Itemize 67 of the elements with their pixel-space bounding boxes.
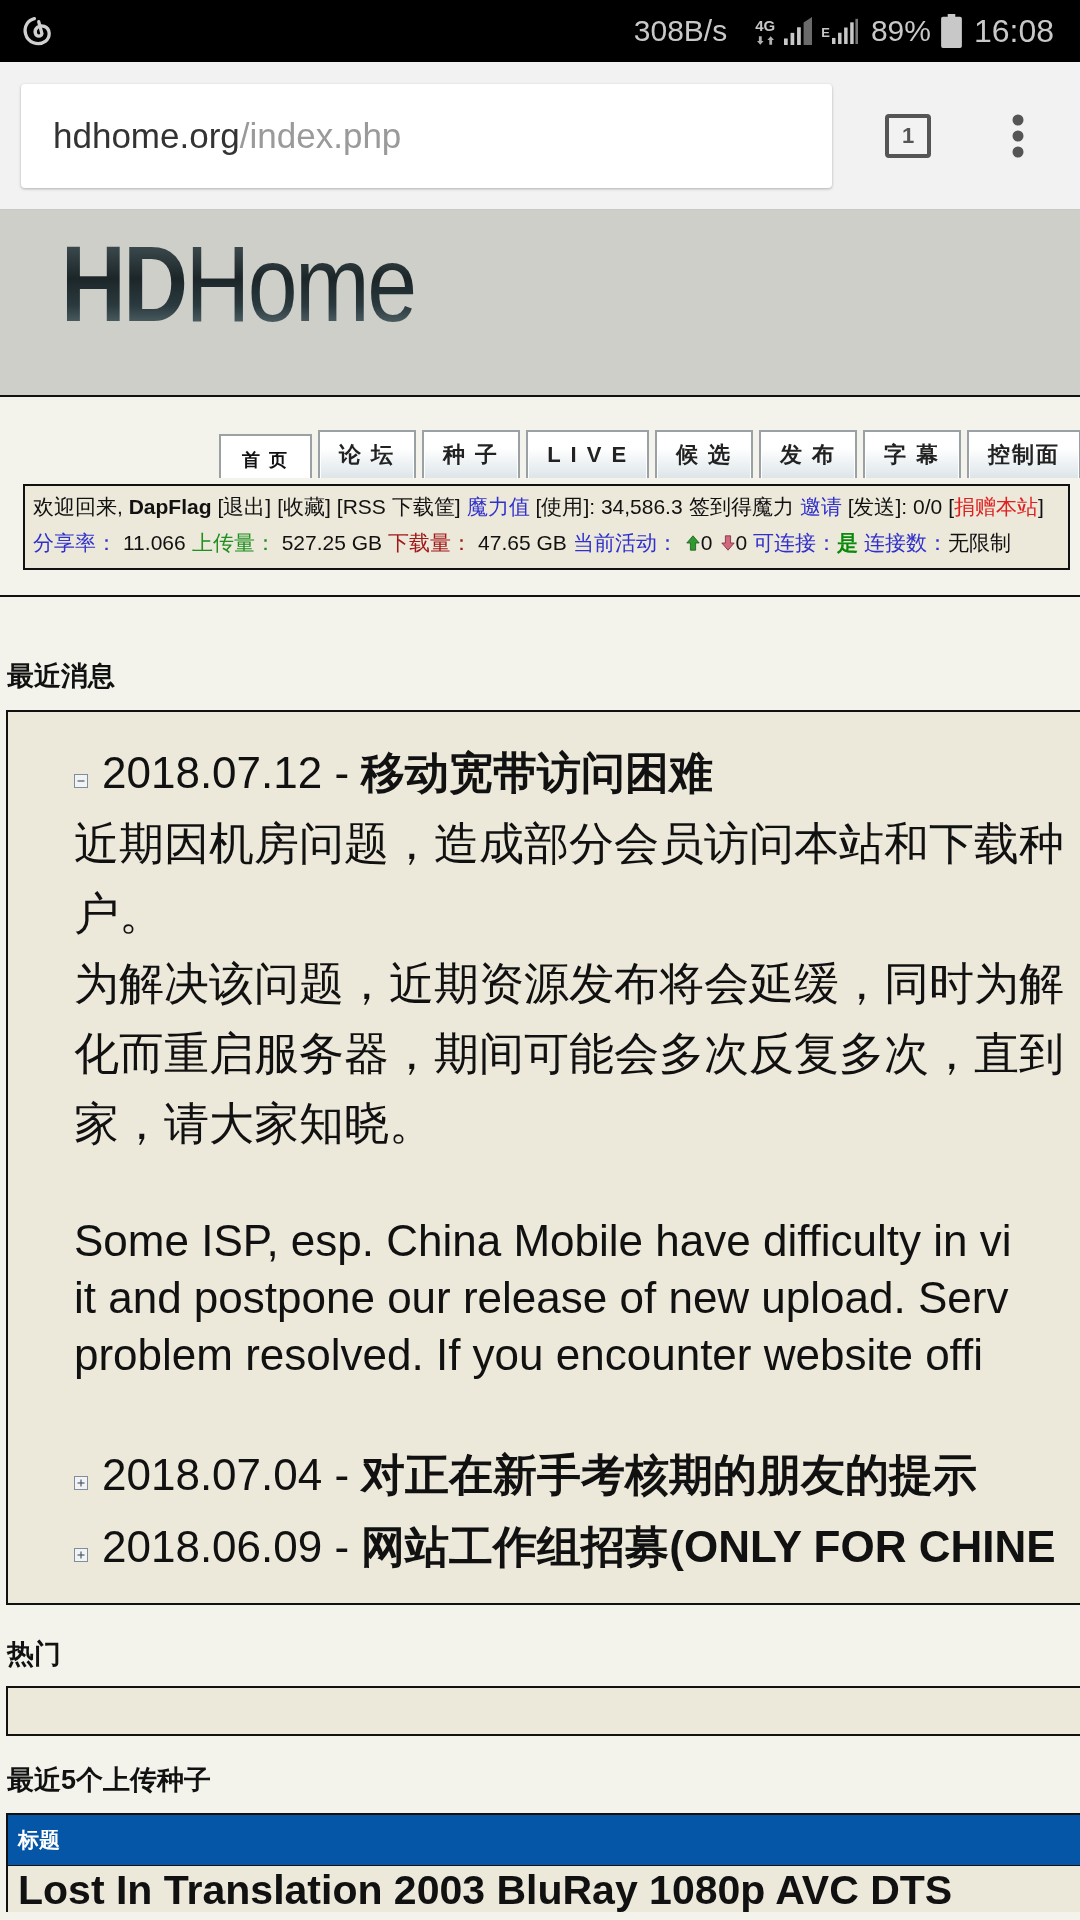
torrent-title[interactable]: Lost In Translation 2003 BluRay 1080p AVC DTS (18, 1868, 953, 1912)
nav-tab[interactable]: 首 页 (219, 434, 312, 478)
nav-tab[interactable]: 候 选 (655, 430, 754, 478)
user-link[interactable]: [捐赠本站] (948, 493, 1044, 521)
stat-label: 当前活动： (572, 530, 678, 556)
data-arrows-icon (756, 35, 774, 45)
welcome-text: 欢迎回来, DapFlag (33, 494, 212, 520)
nav-tab[interactable]: 论 坛 (318, 430, 417, 478)
stat-label: 可连接： (753, 530, 838, 556)
stat-value: 无限制 (948, 530, 1012, 556)
news-text: 化而重启服务器，期间可能会多次反复多次，直到 (74, 1028, 1064, 1079)
stat-value: 11.066 (123, 531, 186, 555)
user-link[interactable]: [RSS 下载筐] (336, 493, 461, 521)
stat-value: 47.65 GB (478, 531, 567, 555)
news-text: it and postpone our release of new upload. Serv (74, 1273, 1009, 1322)
tab-switcher-button[interactable]: 1 (885, 113, 931, 158)
news-text: Some ISP, esp. China Mobile have difficulty in vi (74, 1216, 1012, 1265)
network-speed: 308B/s (633, 13, 728, 49)
stat-label: 上传量： (191, 530, 276, 556)
user-link[interactable]: 邀请 (799, 493, 842, 521)
down-arrow-icon (720, 535, 735, 551)
expand-icon[interactable] (74, 1548, 88, 1562)
section-heading: 最近5个上传种子 (6, 1764, 213, 1797)
stat-value: 0 (735, 531, 748, 555)
stat-value: : 0/0 (901, 495, 943, 519)
menu-icon[interactable] (1012, 113, 1024, 158)
nav-tab[interactable]: 控制面 (967, 430, 1080, 478)
battery-icon (940, 14, 962, 48)
stat-label: 连接数： (864, 530, 949, 556)
nav-tab[interactable]: 发 布 (759, 430, 858, 478)
swirl-icon (21, 14, 54, 48)
stat-value: 527.25 GB (281, 531, 383, 555)
news-text: problem resolved. If you encounter website offi (74, 1330, 984, 1379)
news-title[interactable]: 2018.06.09 - 网站工作组招募(ONLY FOR CHINE (102, 1511, 1056, 1583)
stat-value: 是 (837, 530, 859, 556)
up-arrow-icon (685, 535, 700, 551)
stat-label: 下载量： (388, 530, 473, 556)
news-text: 为解决该问题，近期资源发布将会延缓，同时为解 (74, 958, 1064, 1009)
clock-time: 16:08 (973, 13, 1054, 49)
news-text: 家，请大家知晓。 (74, 1098, 434, 1149)
expand-icon[interactable] (74, 1476, 88, 1490)
news-text: 户。 (74, 888, 164, 939)
stat-label: 分享率： (33, 530, 117, 556)
user-link[interactable]: [使用] (535, 493, 590, 521)
network-type: E (821, 26, 830, 40)
user-link[interactable]: [退出] (217, 493, 272, 521)
user-link[interactable]: 魔力值 (466, 493, 530, 521)
stat-value: : 34,586.3 (589, 495, 683, 519)
battery-percent: 89% (870, 13, 931, 49)
nav-tab[interactable]: 字 幕 (863, 430, 962, 478)
signal-icon (783, 17, 814, 45)
news-title[interactable]: 2018.07.04 - 对正在新手考核期的朋友的提示 (102, 1439, 978, 1511)
user-link[interactable]: [发送] (847, 493, 902, 521)
news-title[interactable]: 2018.07.12 - 移动宽带访问困难 (102, 737, 714, 809)
network-type: 4G (755, 17, 776, 34)
nav-tab[interactable]: 种 子 (422, 430, 521, 478)
user-link[interactable]: 签到得魔力 (688, 493, 794, 521)
user-link[interactable]: [收藏] (277, 493, 331, 521)
news-text: 近期因机房问题，造成部分会员访问本站和下载种 (74, 818, 1064, 869)
nav-tab[interactable]: L I V E (526, 430, 650, 478)
address-field[interactable]: hdhome.org/index.php (21, 83, 832, 188)
signal-icon (830, 18, 859, 44)
collapse-icon[interactable] (74, 774, 88, 788)
column-header: 标题 (18, 1827, 60, 1853)
section-heading: 最近消息 (6, 660, 116, 693)
section-heading: 热门 (6, 1638, 62, 1671)
stat-value: 0 (700, 531, 713, 555)
